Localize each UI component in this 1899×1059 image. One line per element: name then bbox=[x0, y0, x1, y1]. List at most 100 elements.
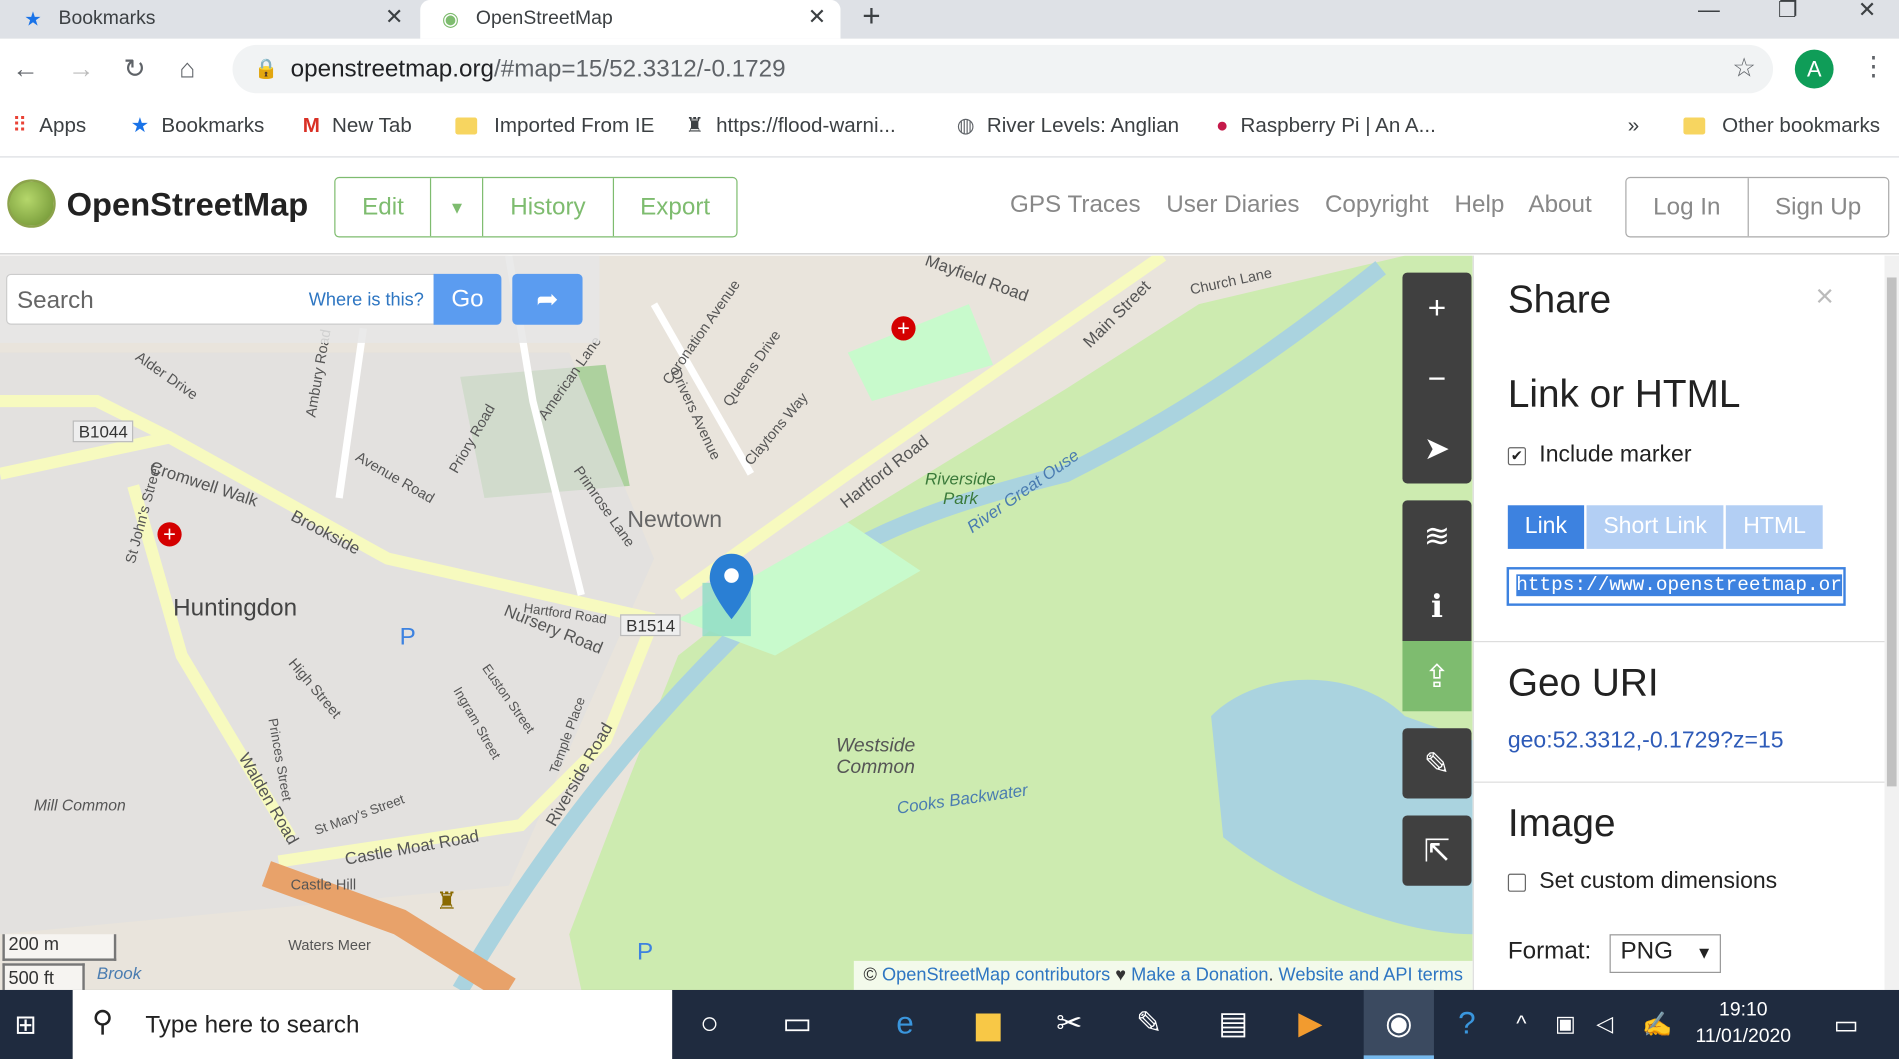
locate-icon[interactable]: ➤ bbox=[1402, 413, 1471, 483]
contributors-link[interactable]: OpenStreetMap contributors bbox=[882, 965, 1110, 986]
include-marker-checkbox[interactable]: ✔ Include marker bbox=[1507, 442, 1692, 469]
bookmark-imported-ie[interactable]: Imported From IE bbox=[455, 114, 654, 138]
paint-icon[interactable]: ✎ bbox=[1136, 1004, 1162, 1042]
media-player-icon[interactable]: ▶ bbox=[1298, 1004, 1322, 1042]
nav-about[interactable]: About bbox=[1528, 191, 1591, 219]
address-bar[interactable]: 🔒 openstreetmap.org/#map=15/52.3312/-0.1… bbox=[232, 44, 1774, 94]
checkbox-checked-icon[interactable]: ✔ bbox=[1507, 446, 1526, 465]
nav-help[interactable]: Help bbox=[1455, 191, 1505, 219]
divider bbox=[1473, 781, 1885, 783]
map-label-newtown: Newtown bbox=[627, 507, 723, 534]
clock[interactable]: 19:10 11/01/2020 bbox=[1696, 997, 1792, 1050]
tab-openstreetmap[interactable]: ◉ OpenStreetMap ✕ bbox=[420, 0, 841, 39]
reload-icon[interactable]: ↻ bbox=[124, 53, 146, 85]
share-link-field[interactable]: https://www.openstreetmap.or bbox=[1506, 567, 1846, 606]
format-label: Format: bbox=[1507, 937, 1592, 965]
help-icon[interactable]: ? bbox=[1458, 1004, 1476, 1042]
bookmark-bookmarks[interactable]: ★ Bookmarks bbox=[131, 114, 265, 138]
menu-icon[interactable]: ⋮ bbox=[1860, 51, 1887, 83]
task-view-icon[interactable]: ▭ bbox=[782, 1004, 812, 1042]
more-bookmarks-button[interactable]: » bbox=[1628, 114, 1639, 138]
layers-icon[interactable]: ≋ bbox=[1402, 500, 1471, 570]
edit-dropdown-icon[interactable]: ▼ bbox=[432, 178, 484, 237]
query-features-icon[interactable]: ⇱ bbox=[1402, 815, 1471, 885]
map-label-waters-meer: Waters Meer bbox=[288, 936, 371, 954]
nav-gps-traces[interactable]: GPS Traces bbox=[1010, 191, 1141, 219]
add-note-icon[interactable]: ✎ bbox=[1402, 728, 1471, 798]
snipping-tool-icon[interactable]: ✂ bbox=[1056, 1004, 1082, 1042]
geo-uri-heading: Geo URI bbox=[1507, 660, 1659, 704]
signup-button[interactable]: Sign Up bbox=[1748, 178, 1887, 236]
minimize-icon[interactable]: — bbox=[1698, 0, 1720, 23]
pen-icon[interactable]: ✍ bbox=[1642, 1009, 1672, 1039]
notifications-icon[interactable]: ▭ bbox=[1834, 1009, 1859, 1041]
nav-copyright[interactable]: Copyright bbox=[1325, 191, 1429, 219]
note-control: ✎ bbox=[1402, 728, 1472, 799]
computer-icon[interactable]: ▤ bbox=[1218, 1004, 1248, 1042]
image-heading: Image bbox=[1507, 800, 1616, 845]
chevron-up-icon[interactable]: ^ bbox=[1516, 1012, 1526, 1037]
auth-group: Log In Sign Up bbox=[1625, 176, 1890, 238]
map-marker-icon[interactable] bbox=[707, 551, 755, 624]
where-is-this-link[interactable]: Where is this? bbox=[309, 290, 424, 311]
new-tab-button[interactable]: + bbox=[862, 0, 880, 35]
tab-short-link[interactable]: Short Link bbox=[1586, 505, 1724, 549]
url-text[interactable]: openstreetmap.org/#map=15/52.3312/-0.172… bbox=[291, 56, 786, 84]
history-button[interactable]: History bbox=[484, 178, 614, 237]
network-icon[interactable]: ▣ bbox=[1555, 1012, 1576, 1037]
home-icon[interactable]: ⌂ bbox=[179, 53, 195, 85]
folder-icon bbox=[455, 117, 478, 135]
zoom-in-icon[interactable]: + bbox=[1402, 273, 1471, 343]
bookmark-star-icon[interactable]: ☆ bbox=[1732, 52, 1756, 84]
link-heading: Link or HTML bbox=[1507, 371, 1741, 416]
cortana-icon[interactable]: ○ bbox=[700, 1004, 719, 1042]
geo-uri-link[interactable]: geo:52.3312,-0.1729?z=15 bbox=[1508, 728, 1784, 755]
tab-link[interactable]: Link bbox=[1507, 505, 1584, 549]
bookmark-apps[interactable]: ⠿ Apps bbox=[12, 114, 86, 138]
terms-link[interactable]: Website and API terms bbox=[1279, 965, 1463, 986]
forward-icon[interactable]: → bbox=[68, 53, 95, 85]
edit-button[interactable]: Edit bbox=[335, 178, 432, 237]
zoom-out-icon[interactable]: − bbox=[1402, 343, 1471, 413]
map-canvas[interactable]: Huntingdon Newtown Riverside Park River … bbox=[0, 255, 1473, 990]
windows-start-icon[interactable]: ⊞ bbox=[15, 1009, 37, 1041]
close-icon[interactable]: ✕ bbox=[808, 5, 826, 30]
close-icon[interactable]: × bbox=[1815, 277, 1833, 315]
format-select[interactable]: PNG ▼ bbox=[1609, 934, 1721, 973]
donate-link[interactable]: Make a Donation bbox=[1131, 965, 1268, 986]
info-icon[interactable]: ℹ bbox=[1402, 571, 1471, 641]
bookmark-raspberry-pi[interactable]: ● Raspberry Pi | An A... bbox=[1216, 114, 1436, 138]
bookmark-flood-warning[interactable]: ♜ https://flood-warni... bbox=[685, 114, 895, 138]
nav-user-diaries[interactable]: User Diaries bbox=[1166, 191, 1299, 219]
file-explorer-icon[interactable]: ▆ bbox=[976, 1004, 1000, 1042]
volume-icon[interactable]: ◁ bbox=[1596, 1012, 1613, 1037]
bookmark-other[interactable]: Other bookmarks bbox=[1683, 114, 1880, 138]
share-icon[interactable]: ⇪ bbox=[1402, 641, 1471, 711]
chrome-icon[interactable]: ◉ bbox=[1363, 989, 1434, 1059]
raspberry-icon: ● bbox=[1215, 113, 1229, 137]
osm-logo-icon[interactable] bbox=[7, 179, 56, 228]
directions-icon[interactable]: ➦ bbox=[512, 273, 583, 325]
map-label-mill-common: Mill Common bbox=[33, 796, 126, 815]
scrollbar-thumb[interactable] bbox=[1886, 277, 1897, 787]
edge-icon[interactable]: e bbox=[896, 1004, 914, 1042]
checkbox-unchecked-icon[interactable] bbox=[1507, 873, 1526, 892]
link-type-tabs: Link Short Link HTML bbox=[1507, 505, 1825, 549]
scrollbar[interactable] bbox=[1884, 255, 1899, 990]
tab-html[interactable]: HTML bbox=[1726, 505, 1823, 549]
profile-avatar[interactable]: A bbox=[1794, 49, 1834, 89]
go-button[interactable]: Go bbox=[433, 273, 502, 325]
bookmark-new-tab[interactable]: M New Tab bbox=[303, 114, 412, 138]
custom-dimensions-checkbox[interactable]: Set custom dimensions bbox=[1507, 869, 1777, 896]
brand-title[interactable]: OpenStreetMap bbox=[67, 187, 309, 225]
export-button[interactable]: Export bbox=[613, 178, 736, 236]
login-button[interactable]: Log In bbox=[1627, 178, 1749, 237]
search-input[interactable]: Search Where is this? bbox=[6, 273, 435, 325]
bookmark-river-levels[interactable]: ◍ River Levels: Anglian bbox=[957, 114, 1179, 138]
tab-bookmarks[interactable]: ★ Bookmarks ✕ bbox=[0, 0, 418, 39]
taskbar-search[interactable]: ⚲ Type here to search bbox=[72, 989, 673, 1059]
window-close-icon[interactable]: ✕ bbox=[1858, 0, 1876, 23]
close-icon[interactable]: ✕ bbox=[385, 5, 403, 30]
restore-icon[interactable]: ❐ bbox=[1778, 0, 1798, 23]
back-icon[interactable]: ← bbox=[12, 53, 39, 85]
